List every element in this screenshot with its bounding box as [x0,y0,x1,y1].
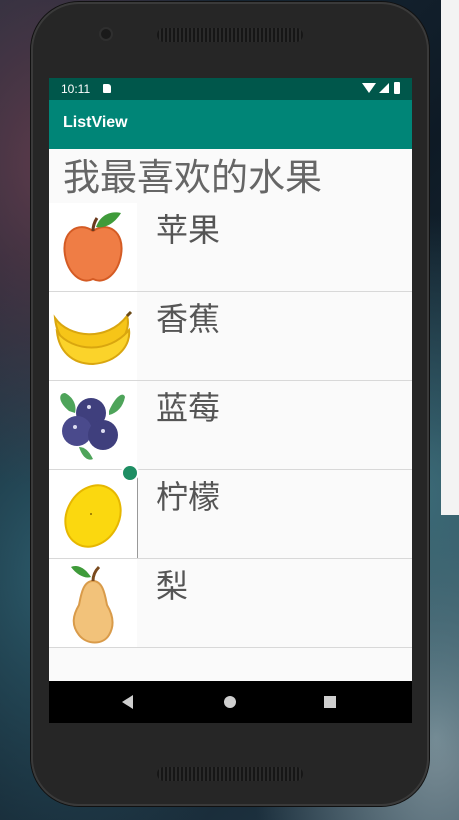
top-speaker [157,28,303,42]
list-item[interactable]: 柠檬 [49,464,412,559]
fruit-list[interactable]: 苹果 香蕉 蓝莓 柠檬 梨 [49,203,412,648]
signal-icon [379,83,389,93]
status-bar: 10:11 [49,78,412,100]
wifi-icon [362,83,376,93]
phone-screen: 10:11 ListView 我最喜欢的水果 苹果 香蕉 蓝莓 柠檬 梨 [49,78,412,723]
list-heading: 我最喜欢的水果 [63,156,322,199]
banana-icon [49,292,137,380]
back-icon[interactable] [122,695,133,709]
list-item[interactable]: 梨 [49,559,412,648]
fruit-name: 梨 [156,567,189,605]
app-title: ListView [63,114,128,131]
list-item[interactable]: 苹果 [49,203,412,292]
bottom-speaker [157,767,303,781]
status-time: 10:11 [61,82,91,96]
blueberry-icon [49,381,137,469]
side-panel [441,0,459,515]
app-bar: ListView [49,100,412,149]
home-icon[interactable] [224,696,236,708]
fruit-name: 香蕉 [156,300,221,338]
badge-icon [121,464,139,482]
pear-icon [49,559,137,647]
camera-icon [101,29,111,39]
fruit-name: 柠檬 [156,478,221,516]
nav-bar [49,681,412,723]
apple-icon [49,203,137,291]
sd-card-icon [103,84,111,93]
phone-frame: 10:11 ListView 我最喜欢的水果 苹果 香蕉 蓝莓 柠檬 梨 [31,2,429,806]
list-item[interactable]: 蓝莓 [49,381,412,470]
recent-apps-icon[interactable] [324,696,336,708]
list-item[interactable]: 香蕉 [49,292,412,381]
battery-icon [394,82,400,94]
fruit-name: 蓝莓 [156,389,221,427]
fruit-name: 苹果 [156,211,221,249]
lemon-icon [49,470,138,558]
